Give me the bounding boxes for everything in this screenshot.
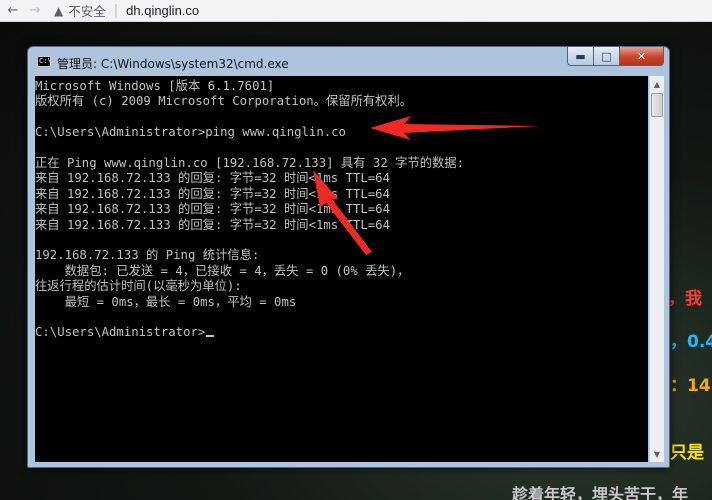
console-line: 数据包: 已发送 = 4，已接收 = 4，丢失 = 0 (0% 丢失)， bbox=[35, 263, 410, 278]
text-cursor bbox=[206, 335, 215, 338]
console-line: 最短 = 0ms，最长 = 0ms，平均 = 0ms bbox=[35, 294, 297, 309]
window-controls: ▬ □ ✕ bbox=[567, 47, 664, 66]
bg-snippet-4: 只是 bbox=[670, 443, 704, 463]
console-line: 正在 Ping www.qinglin.co [192.168.72.133] … bbox=[35, 156, 465, 170]
security-indicator[interactable]: ▲ 不安全 bbox=[54, 1, 106, 20]
console-prompt-line: C:\Users\Administrator> bbox=[35, 325, 215, 340]
scroll-down-arrow-icon[interactable]: ▼ bbox=[650, 446, 664, 462]
console-line: 往返行程的估计时间(以毫秒为单位): bbox=[35, 279, 242, 294]
security-label: 不安全 bbox=[68, 4, 106, 19]
minimize-button[interactable]: ▬ bbox=[567, 47, 594, 66]
cmd-app-icon[interactable]: C:\ bbox=[37, 56, 52, 67]
scroll-up-arrow-icon[interactable]: ▲ bbox=[650, 76, 664, 92]
console-output[interactable]: Microsoft Windows [版本 6.1.7601] 版权所有 (c)… bbox=[35, 76, 648, 462]
prompt-text: C:\Users\Administrator> bbox=[35, 325, 206, 340]
console-line: 版权所有 (c) 2009 Microsoft Corporation。保留所有… bbox=[35, 94, 413, 109]
scroll-thumb[interactable] bbox=[651, 93, 663, 117]
console-line: Microsoft Windows [版本 6.1.7601] bbox=[35, 79, 275, 93]
forward-arrow-icon[interactable]: → bbox=[24, 0, 46, 22]
address-separator: | bbox=[113, 3, 119, 18]
back-arrow-icon[interactable]: ← bbox=[2, 0, 24, 22]
bg-snippet-5: 趁着年轻，埋头苦干，年 bbox=[512, 485, 689, 500]
console-line: 来自 192.168.72.133 的回复: 字节=32 时间<1ms TTL=… bbox=[35, 186, 390, 201]
window-title: 管理员: C:\Windows\system32\cmd.exe bbox=[57, 57, 289, 71]
console-line: C:\Users\Administrator>ping www.qinglin.… bbox=[35, 125, 346, 140]
cmd-window[interactable]: C:\ 管理员: C:\Windows\system32\cmd.exe ▬ □… bbox=[27, 46, 670, 468]
window-titlebar[interactable]: C:\ 管理员: C:\Windows\system32\cmd.exe ▬ □… bbox=[28, 47, 669, 74]
browser-address-bar: ← → ▲ 不安全 | dh.qinglin.co bbox=[0, 0, 712, 22]
console-line: 来自 192.168.72.133 的回复: 字节=32 时间<1ms TTL=… bbox=[35, 202, 390, 217]
console-line: 来自 192.168.72.133 的回复: 字节=32 时间<1ms TTL=… bbox=[35, 217, 390, 232]
bg-snippet-2: ，0.4 bbox=[670, 332, 712, 352]
bg-snippet-3: ：142 bbox=[670, 376, 712, 396]
console-line: 192.168.72.133 的 Ping 统计信息: bbox=[35, 248, 260, 263]
bg-snippet-1: ，我 bbox=[668, 289, 702, 309]
console-line: 来自 192.168.72.133 的回复: 字节=32 时间<1ms TTL=… bbox=[35, 171, 390, 186]
close-button[interactable]: ✕ bbox=[620, 47, 664, 66]
vertical-scrollbar[interactable]: ▲ ▼ bbox=[649, 76, 664, 462]
maximize-button[interactable]: □ bbox=[594, 47, 620, 66]
url-text[interactable]: dh.qinglin.co bbox=[126, 3, 199, 18]
warning-icon: ▲ bbox=[54, 3, 64, 18]
